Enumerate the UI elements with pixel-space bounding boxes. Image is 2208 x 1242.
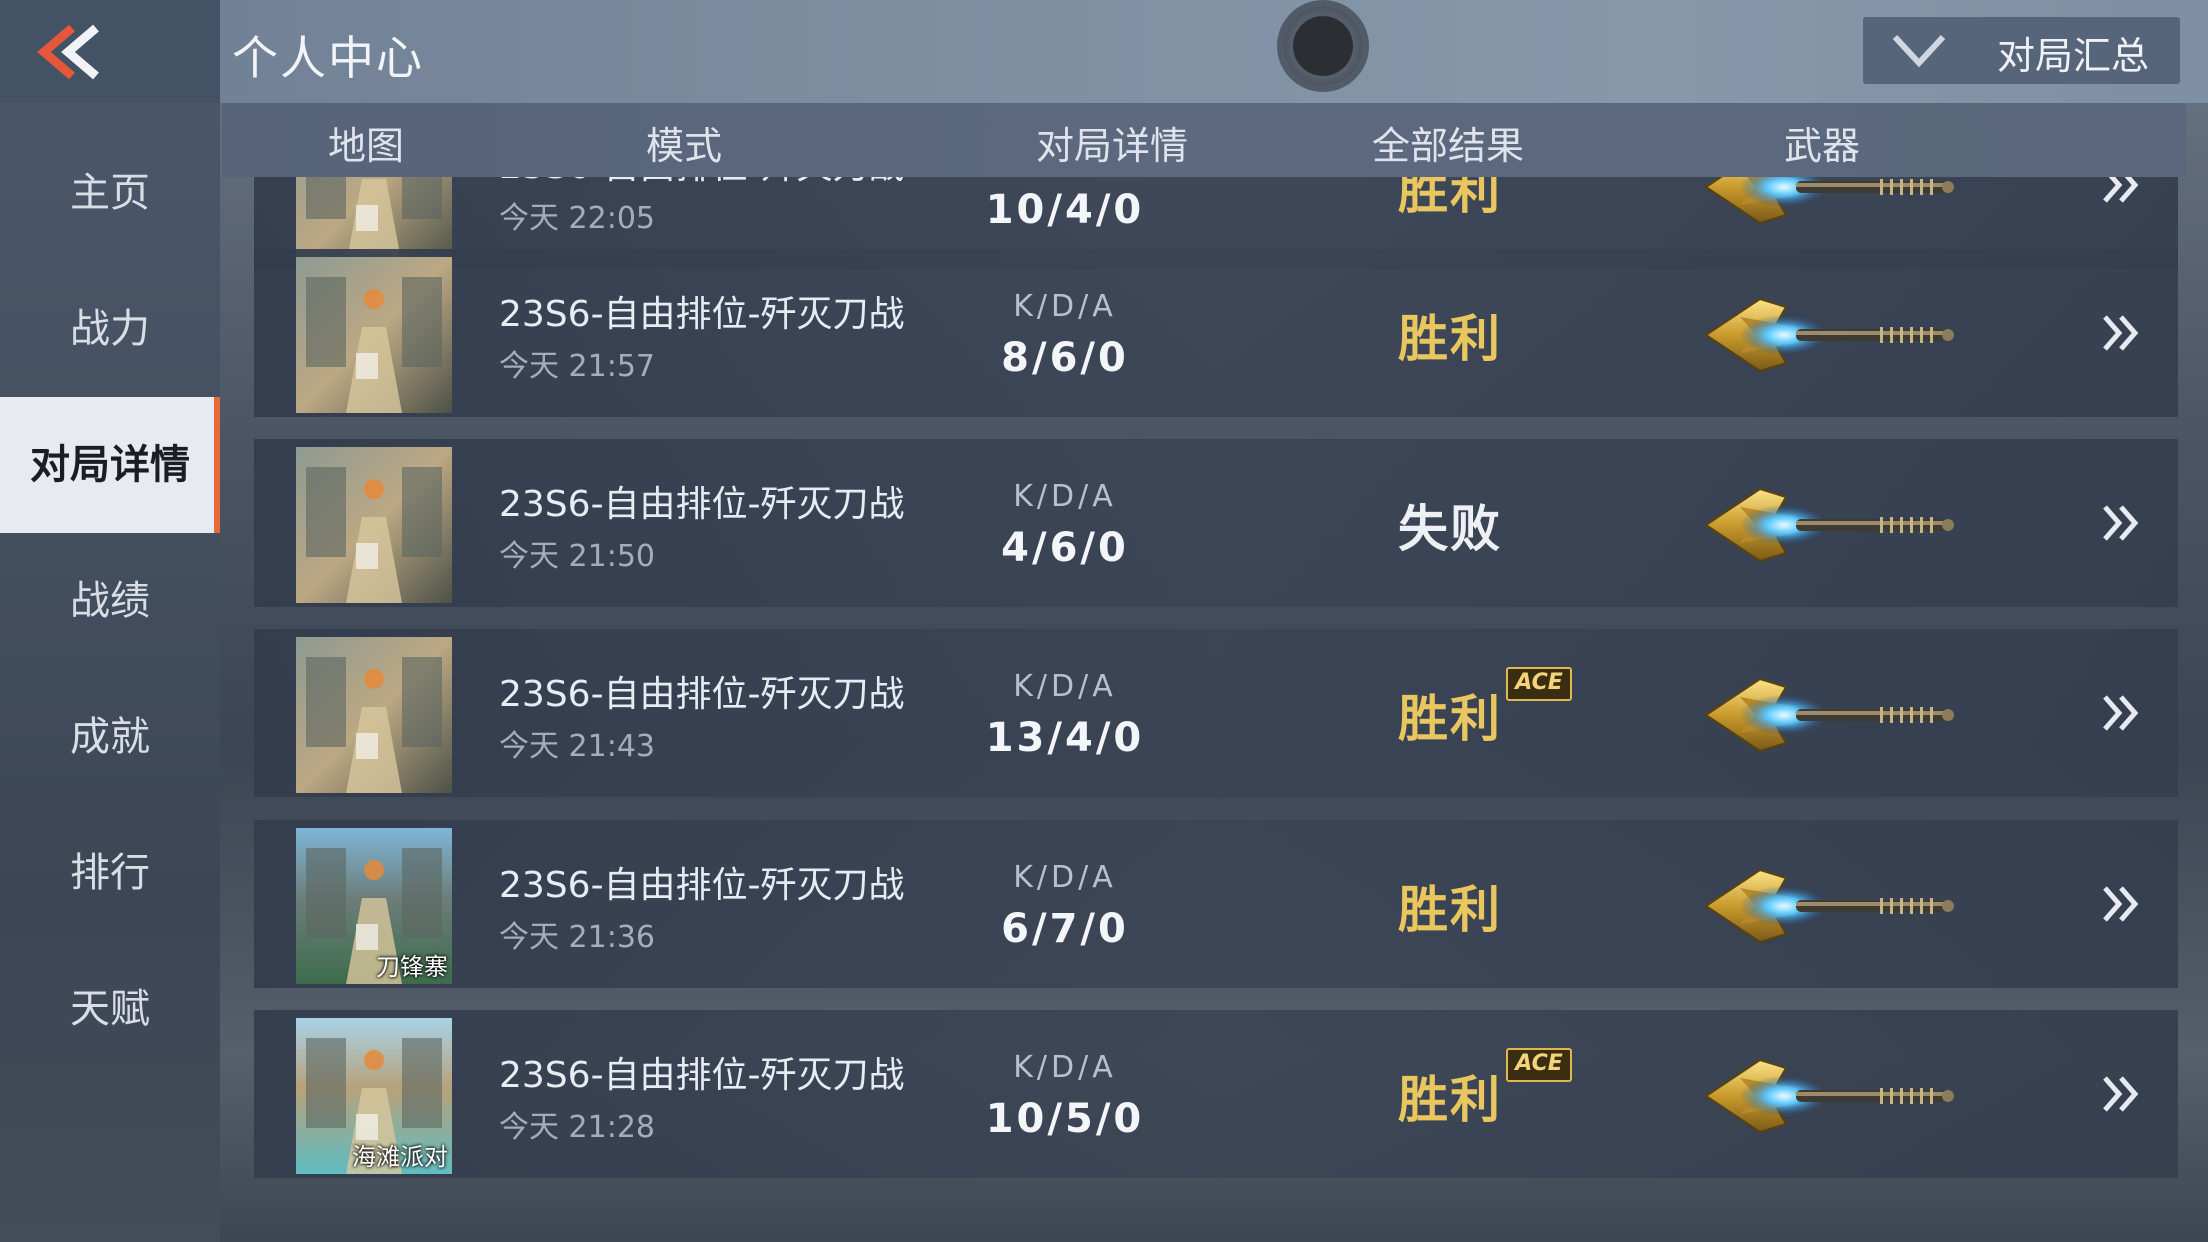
- kda-label: K/D/A: [1013, 1050, 1117, 1085]
- double-chevron-right-icon[interactable]: [2099, 1072, 2143, 1116]
- weapon-icon: [1704, 1058, 1954, 1134]
- sidebar-item-home[interactable]: 主页: [0, 125, 220, 261]
- double-chevron-right-icon[interactable]: [2099, 882, 2143, 926]
- match-time: 今天 22:05: [499, 201, 655, 236]
- match-row[interactable]: 23S6-自由排位-歼灭刀战 今天 21:43 K/D/A 13/4/0 胜利 …: [254, 629, 2178, 797]
- weapon-icon: [1704, 297, 1954, 373]
- match-mode: 23S6-自由排位-歼灭刀战: [499, 865, 905, 906]
- sidebar-item-label: 主页: [70, 170, 150, 216]
- double-chevron-right-icon[interactable]: [2099, 311, 2143, 355]
- kda-value: 10/4/0: [985, 187, 1145, 233]
- match-time: 今天 21:43: [499, 729, 655, 764]
- sidebar-item-label: 对局详情: [30, 442, 190, 488]
- match-result: 胜利: [1398, 1071, 1502, 1129]
- match-mode: 23S6-自由排位-歼灭刀战: [499, 484, 905, 525]
- map-thumbnail: 刀锋寨: [296, 828, 452, 984]
- kda-value: 10/5/0: [985, 1096, 1145, 1142]
- chevron-down-icon: [1892, 34, 1946, 68]
- sidebar-item-ranking[interactable]: 排行: [0, 805, 220, 941]
- top-bar: 个人中心 对局汇总: [0, 0, 2208, 103]
- column-weapon: 武器: [1784, 124, 1861, 168]
- kda-label: K/D/A: [1013, 860, 1117, 895]
- back-zone: [0, 0, 220, 103]
- sidebar-item-power[interactable]: 战力: [0, 261, 220, 397]
- match-result: 胜利: [1398, 690, 1502, 748]
- kda-value: 13/4/0: [985, 715, 1145, 761]
- match-summary-label: 对局汇总: [1997, 34, 2150, 78]
- sidebar-item-match-details[interactable]: 对局详情: [0, 397, 220, 533]
- sidebar-item-label: 天赋: [70, 986, 150, 1032]
- match-row[interactable]: 刀锋寨 23S6-自由排位-歼灭刀战 今天 21:36 K/D/A 6/7/0 …: [254, 820, 2178, 988]
- weapon-icon: [1704, 868, 1954, 944]
- match-result: 胜利: [1398, 310, 1502, 368]
- sidebar-item-record[interactable]: 战绩: [0, 533, 220, 669]
- map-thumbnail: [296, 257, 452, 413]
- sidebar-item-label: 战绩: [70, 578, 150, 624]
- match-time: 今天 21:50: [499, 539, 655, 574]
- match-mode: 23S6-自由排位-歼灭刀战: [499, 177, 905, 189]
- kda-value: 8/6/0: [1001, 335, 1129, 381]
- kda-label: K/D/A: [1013, 669, 1117, 704]
- page-title: 个人中心: [232, 31, 424, 85]
- column-result: 全部结果: [1372, 124, 1525, 168]
- match-time: 今天 21:36: [499, 920, 655, 955]
- weapon-icon: [1704, 677, 1954, 753]
- ace-badge: ACE: [1506, 1048, 1572, 1082]
- map-thumbnail: 海滩派对: [296, 1018, 452, 1174]
- sidebar-item-label: 排行: [70, 850, 150, 896]
- map-name-label: 海滩派对: [352, 1143, 448, 1171]
- match-row[interactable]: 海滩派对 23S6-自由排位-歼灭刀战 今天 21:28 K/D/A 10/5/…: [254, 1010, 2178, 1178]
- kda-label: K/D/A: [1013, 479, 1117, 514]
- match-row[interactable]: 23S6-自由排位-歼灭刀战 今天 21:57 K/D/A 8/6/0 胜利: [254, 249, 2178, 417]
- match-result: 胜利: [1398, 881, 1502, 939]
- weapon-icon: [1704, 177, 1954, 225]
- double-chevron-left-icon: [37, 24, 99, 80]
- kda-label: K/D/A: [1013, 289, 1117, 324]
- match-time: 今天 21:57: [499, 349, 655, 384]
- match-summary-button[interactable]: 对局汇总: [1863, 17, 2180, 84]
- map-name-label: 刀锋寨: [376, 953, 448, 981]
- match-time: 今天 21:28: [499, 1110, 655, 1145]
- column-mode: 模式: [646, 124, 723, 168]
- column-header: 地图 模式 对局详情 全部结果 武器: [222, 103, 2186, 177]
- match-result: 胜利: [1398, 177, 1502, 220]
- match-mode: 23S6-自由排位-歼灭刀战: [499, 1055, 905, 1096]
- ace-badge: ACE: [1506, 667, 1572, 701]
- sidebar-item-achievements[interactable]: 成就: [0, 669, 220, 805]
- sidebar-item-talent[interactable]: 天赋: [0, 941, 220, 1077]
- kda-value: 6/7/0: [1001, 906, 1129, 952]
- kda-value: 4/6/0: [1001, 525, 1129, 571]
- back-button[interactable]: [32, 22, 112, 82]
- match-mode: 23S6-自由排位-歼灭刀战: [499, 294, 905, 335]
- map-thumbnail: [296, 637, 452, 793]
- double-chevron-right-icon[interactable]: [2099, 177, 2143, 207]
- column-map: 地图: [328, 124, 405, 168]
- double-chevron-right-icon[interactable]: [2099, 501, 2143, 545]
- match-result: 失败: [1398, 500, 1502, 558]
- sidebar-item-label: 战力: [70, 306, 150, 352]
- match-list[interactable]: 23S6-自由排位-歼灭刀战 今天 22:05 K/D/A 10/4/0 胜利: [222, 177, 2186, 1242]
- map-thumbnail: [296, 447, 452, 603]
- column-match-details: 对局详情: [1036, 124, 1189, 168]
- weapon-icon: [1704, 487, 1954, 563]
- sidebar: 主页战力对局详情战绩成就排行天赋: [0, 103, 220, 1242]
- match-row[interactable]: 23S6-自由排位-歼灭刀战 今天 21:50 K/D/A 4/6/0 失败: [254, 439, 2178, 607]
- sidebar-item-label: 成就: [70, 714, 150, 760]
- match-mode: 23S6-自由排位-歼灭刀战: [499, 674, 905, 715]
- double-chevron-right-icon[interactable]: [2099, 691, 2143, 735]
- record-indicator[interactable]: [1283, 6, 1363, 86]
